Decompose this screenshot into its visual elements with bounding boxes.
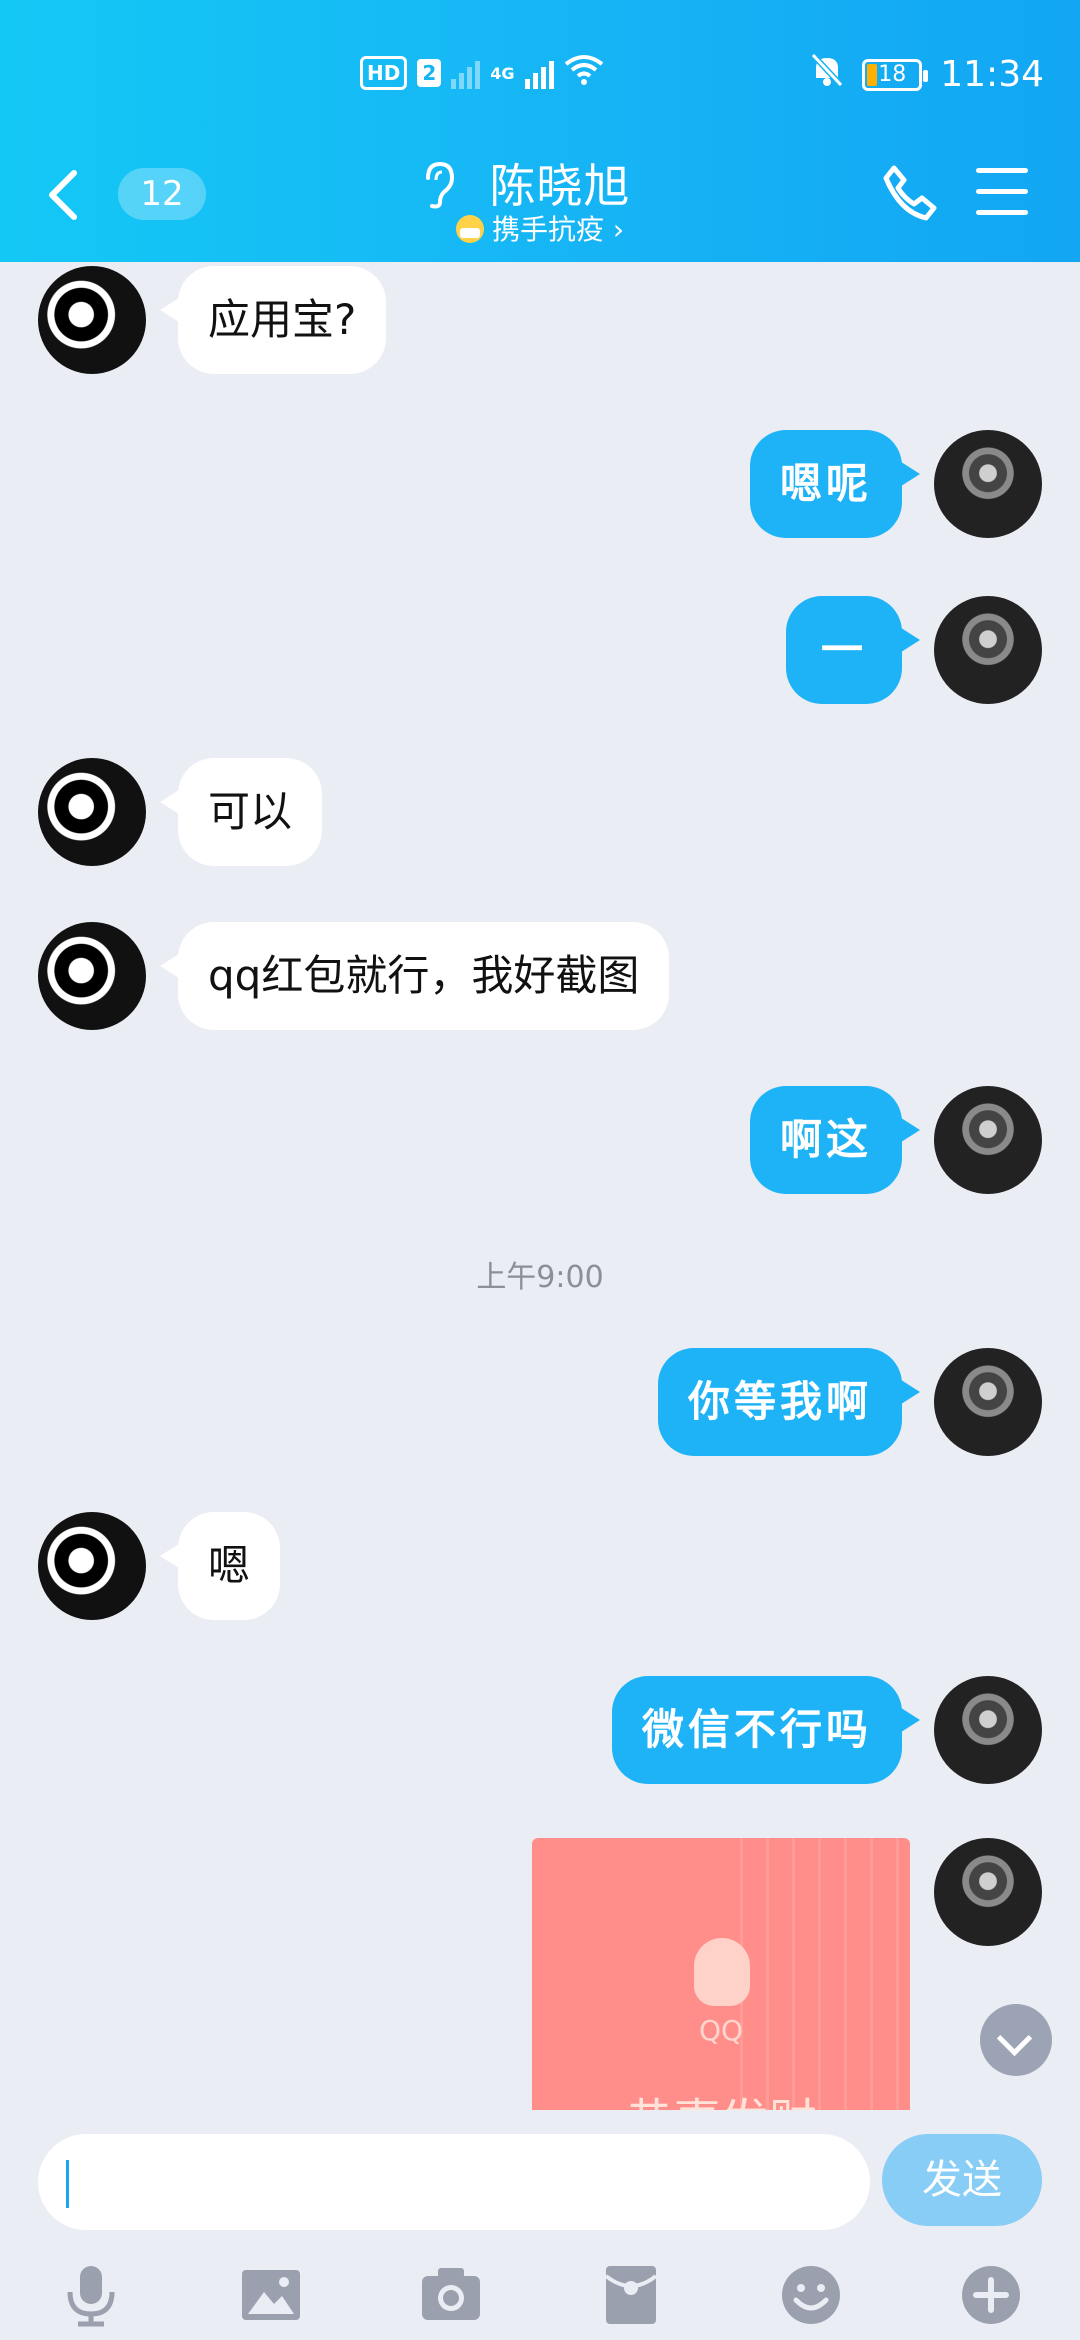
contact-name[interactable]: 陈晓旭: [490, 159, 631, 213]
plus-icon: [962, 2266, 1020, 2324]
status-left: HD 2 4G: [360, 54, 604, 92]
red-packet-icon: [604, 2266, 658, 2324]
signal-icon-sim1: [451, 57, 481, 89]
sim-badge: 2: [417, 59, 442, 87]
camera-button[interactable]: [418, 2262, 484, 2328]
friend-avatar[interactable]: [38, 922, 146, 1030]
menu-line: [976, 210, 1028, 215]
message-timestamp: 上午9:00: [476, 1260, 604, 1295]
more-button[interactable]: [958, 2262, 1024, 2328]
my-avatar[interactable]: [934, 1838, 1042, 1946]
battery-level: 18: [878, 61, 907, 87]
message-bubble-me[interactable]: 你等我啊: [657, 1348, 921, 1456]
my-avatar[interactable]: [934, 430, 1042, 538]
my-avatar[interactable]: [934, 1086, 1042, 1194]
input-toolbar: [0, 2262, 1080, 2332]
phone-icon: [883, 165, 937, 221]
message-bubble-me[interactable]: 啊这: [749, 1086, 921, 1194]
mask-emoji-icon: [455, 215, 484, 243]
message-bubble-friend[interactable]: qq红包就行，我好截图: [159, 922, 670, 1030]
text-caret: [66, 2160, 69, 2208]
my-avatar[interactable]: [934, 1348, 1042, 1456]
chat-header: HD 2 4G 18 11:34 12 陈晓旭 携手抗疫 ›: [0, 0, 1080, 262]
mic-icon: [67, 2266, 115, 2327]
network-type: 4G: [490, 63, 515, 83]
hd-badge: HD: [360, 56, 408, 90]
qq-penguin-icon: [694, 1938, 750, 2006]
message-bubble-me[interactable]: 一: [786, 596, 920, 704]
red-packet-button[interactable]: [598, 2262, 664, 2328]
input-bar: 发送: [0, 2110, 1080, 2340]
emoji-icon: [782, 2266, 840, 2324]
status-right: 18 11:34: [810, 52, 1044, 97]
red-packet-brand: QQ: [698, 2014, 744, 2047]
menu-line: [976, 189, 1028, 194]
message-input[interactable]: [38, 2134, 870, 2230]
message-bubble-friend[interactable]: 应用宝?: [159, 266, 387, 374]
menu-line: [976, 168, 1028, 173]
camera-icon: [422, 2268, 480, 2320]
message-bubble-me[interactable]: 微信不行吗: [611, 1676, 921, 1784]
message-bubble-me[interactable]: 嗯呢: [749, 430, 921, 538]
friend-avatar[interactable]: [38, 1512, 146, 1620]
voice-button[interactable]: [58, 2262, 124, 2328]
call-button[interactable]: [880, 162, 940, 222]
my-avatar[interactable]: [934, 1676, 1042, 1784]
mute-bell-icon: [810, 52, 844, 97]
my-avatar[interactable]: [934, 596, 1042, 704]
send-button[interactable]: 发送: [882, 2134, 1042, 2226]
signal-icon-sim2: [524, 57, 554, 89]
red-packet-greeting: 恭喜发财: [532, 2082, 910, 2110]
message-bubble-friend[interactable]: 嗯: [159, 1512, 281, 1620]
friend-avatar[interactable]: [38, 266, 146, 374]
red-packet-pattern: [740, 1838, 910, 2110]
scroll-to-bottom-button[interactable]: [980, 2004, 1052, 2076]
friend-avatar[interactable]: [38, 758, 146, 866]
battery-icon: 18: [862, 58, 929, 91]
message-list[interactable]: 应用宝? 嗯呢 一 可以 qq红包就行，我好截图 啊这 上午9:00 你等我啊 …: [0, 262, 1080, 2110]
more-menu-button[interactable]: [976, 168, 1028, 218]
message-bubble-friend[interactable]: 可以: [159, 758, 323, 866]
subtitle-text: 携手抗疫 ›: [491, 213, 625, 246]
image-button[interactable]: [238, 2262, 304, 2328]
red-packet-card[interactable]: QQ 恭喜发财: [532, 1838, 910, 2110]
status-bar: HD 2 4G 18 11:34: [0, 48, 1080, 110]
emoji-button[interactable]: [778, 2262, 844, 2328]
wifi-icon: [564, 54, 604, 92]
image-icon: [242, 2270, 300, 2320]
clock: 11:34: [940, 54, 1044, 95]
